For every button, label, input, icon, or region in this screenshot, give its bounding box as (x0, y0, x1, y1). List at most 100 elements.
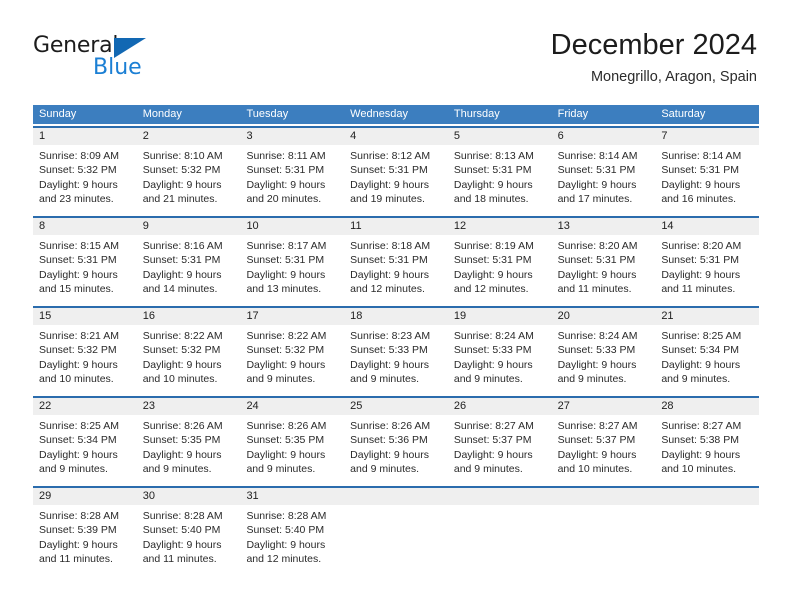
day-detail-line: Sunrise: 8:23 AM (350, 330, 431, 342)
day-detail-line: and 9 minutes. (246, 373, 316, 386)
calendar-day-cell[interactable]: 16 Sunrise: 8:22 AM Sunset: 5:32 PM Dayligh… (136, 308, 241, 389)
day-detail-line: Sunset: 5:37 PM (557, 434, 636, 447)
day-details: Sunrise: 8:20 AM Sunset: 5:31 PM Daylight:… (552, 235, 656, 297)
day-detail-line: Daylight: 9 hours (39, 448, 118, 461)
page-title: December 2024 (550, 29, 757, 61)
calendar-day-cell[interactable]: 11 Sunrise: 8:18 AM Sunset: 5:31 PM Dayligh… (344, 218, 448, 299)
day-number: 13 (551, 218, 656, 235)
calendar-day-cell[interactable]: 5 Sunrise: 8:13 AM Sunset: 5:31 PM Daylight… (447, 128, 552, 209)
day-detail-line: Daylight: 9 hours (246, 538, 326, 551)
day-detail-line: and 21 minutes. (142, 193, 218, 206)
day-detail-line: Sunrise: 8:27 AM (661, 420, 742, 432)
day-details: Sunrise: 8:28 AM Sunset: 5:40 PM Daylight:… (137, 505, 241, 567)
day-detail-line: Sunset: 5:34 PM (661, 344, 739, 357)
calendar-day-cell-empty (447, 488, 552, 569)
day-detail-line: Daylight: 9 hours (661, 178, 741, 191)
calendar-day-cell[interactable]: 17 Sunrise: 8:22 AM Sunset: 5:32 PM Dayligh… (240, 308, 345, 389)
day-detail-line: Sunset: 5:31 PM (246, 164, 325, 177)
calendar-day-cell[interactable]: 7 Sunrise: 8:14 AM Sunset: 5:31 PM Daylight… (655, 128, 760, 209)
day-number: 22 (33, 398, 137, 415)
day-details: Sunrise: 8:13 AM Sunset: 5:31 PM Daylight:… (448, 145, 552, 207)
calendar-day-cell[interactable]: 14 Sunrise: 8:20 AM Sunset: 5:31 PM Dayligh… (655, 218, 760, 299)
day-detail-line: and 9 minutes. (557, 373, 627, 386)
calendar-page: General Blue December 2024 Monegrillo, A… (0, 0, 792, 612)
day-details: Sunrise: 8:11 AM Sunset: 5:31 PM Daylight:… (240, 145, 344, 207)
logo-text-blue: Blue (93, 55, 142, 80)
calendar-day-cell[interactable]: 10 Sunrise: 8:17 AM Sunset: 5:31 PM Dayligh… (240, 218, 345, 299)
day-detail-line: Sunrise: 8:28 AM (39, 510, 119, 522)
day-number: 23 (136, 398, 241, 415)
calendar-day-cell[interactable]: 30 Sunrise: 8:28 AM Sunset: 5:40 PM Dayligh… (136, 488, 241, 569)
day-detail-line: Sunset: 5:35 PM (142, 434, 221, 447)
calendar-day-cell[interactable]: 20 Sunrise: 8:24 AM Sunset: 5:33 PM Dayligh… (551, 308, 656, 389)
calendar-day-cell[interactable]: 28 Sunrise: 8:27 AM Sunset: 5:38 PM Dayligh… (655, 398, 760, 479)
day-detail-line: Sunset: 5:32 PM (246, 344, 325, 357)
calendar-day-cell[interactable]: 6 Sunrise: 8:14 AM Sunset: 5:31 PM Daylight… (551, 128, 656, 209)
calendar-day-cell[interactable]: 13 Sunrise: 8:20 AM Sunset: 5:31 PM Dayligh… (551, 218, 656, 299)
calendar-day-cell[interactable]: 8 Sunrise: 8:15 AM Sunset: 5:31 PM Daylight… (33, 218, 137, 299)
day-detail-line: and 9 minutes. (453, 463, 523, 476)
day-detail-line: Sunrise: 8:11 AM (246, 150, 326, 162)
day-number: 31 (240, 488, 345, 505)
calendar-day-cell[interactable]: 4 Sunrise: 8:12 AM Sunset: 5:31 PM Daylight… (344, 128, 448, 209)
calendar-day-cell[interactable]: 2 Sunrise: 8:10 AM Sunset: 5:32 PM Daylight… (136, 128, 241, 209)
day-number: 4 (344, 128, 448, 145)
day-detail-line: Sunrise: 8:27 AM (557, 420, 638, 432)
day-details: Sunrise: 8:10 AM Sunset: 5:32 PM Daylight:… (137, 145, 241, 207)
day-detail-line: Sunrise: 8:24 AM (453, 330, 534, 342)
day-detail-line: Sunrise: 8:20 AM (661, 240, 742, 252)
day-detail-line: Sunrise: 8:26 AM (142, 420, 223, 432)
day-detail-line: Sunrise: 8:16 AM (142, 240, 223, 252)
day-detail-line: Daylight: 9 hours (350, 178, 429, 191)
calendar-day-cell[interactable]: 1 Sunrise: 8:09 AM Sunset: 5:32 PM Daylight… (33, 128, 137, 209)
day-number (447, 488, 552, 505)
day-detail-line: and 11 minutes. (557, 283, 632, 296)
page-header: General Blue December 2024 Monegrillo, A… (0, 0, 792, 100)
calendar-day-cell[interactable]: 31 Sunrise: 8:28 AM Sunset: 5:40 PM Dayligh… (240, 488, 345, 569)
calendar-day-cell[interactable]: 21 Sunrise: 8:25 AM Sunset: 5:34 PM Dayligh… (655, 308, 760, 389)
day-number: 30 (136, 488, 241, 505)
calendar-day-cell[interactable]: 12 Sunrise: 8:19 AM Sunset: 5:31 PM Dayligh… (447, 218, 552, 299)
day-details: Sunrise: 8:26 AM Sunset: 5:35 PM Daylight:… (137, 415, 241, 477)
calendar-day-cell[interactable]: 22 Sunrise: 8:25 AM Sunset: 5:34 PM Dayligh… (33, 398, 137, 479)
calendar-day-cell[interactable]: 25 Sunrise: 8:26 AM Sunset: 5:36 PM Dayligh… (344, 398, 448, 479)
day-detail-line: Sunset: 5:31 PM (350, 254, 428, 267)
day-number: 18 (344, 308, 448, 325)
day-detail-line: and 9 minutes. (350, 373, 420, 386)
day-detail-line: Daylight: 9 hours (350, 358, 429, 371)
day-details: Sunrise: 8:14 AM Sunset: 5:31 PM Daylight:… (655, 145, 759, 207)
calendar-grid: Sunday Monday Tuesday Wednesday Thursday Frid… (33, 105, 760, 569)
calendar-day-cell[interactable]: 18 Sunrise: 8:23 AM Sunset: 5:33 PM Dayligh… (344, 308, 448, 389)
day-detail-line: Daylight: 9 hours (557, 358, 637, 371)
calendar-day-cell[interactable]: 15 Sunrise: 8:21 AM Sunset: 5:32 PM Dayligh… (33, 308, 137, 389)
day-detail-line: and 19 minutes. (350, 193, 425, 206)
day-detail-line: Daylight: 9 hours (246, 358, 326, 371)
day-detail-line: and 10 minutes. (557, 463, 633, 476)
page-subtitle: Monegrillo, Aragon, Spain (590, 69, 757, 85)
calendar-day-cell[interactable]: 26 Sunrise: 8:27 AM Sunset: 5:37 PM Dayligh… (447, 398, 552, 479)
weekday-header-wednesday: Wednesday (350, 108, 409, 120)
day-detail-line: Sunset: 5:31 PM (557, 254, 636, 267)
day-detail-line: Daylight: 9 hours (142, 448, 222, 461)
calendar-day-cell[interactable]: 24 Sunrise: 8:26 AM Sunset: 5:35 PM Dayligh… (240, 398, 345, 479)
day-detail-line: Sunrise: 8:21 AM (39, 330, 119, 342)
calendar-day-cell[interactable]: 23 Sunrise: 8:26 AM Sunset: 5:35 PM Dayligh… (136, 398, 241, 479)
calendar-week-row: 15 Sunrise: 8:21 AM Sunset: 5:32 PM Dayligh… (33, 306, 760, 389)
day-detail-line: Sunrise: 8:22 AM (142, 330, 223, 342)
calendar-day-cell[interactable]: 9 Sunrise: 8:16 AM Sunset: 5:31 PM Daylight… (136, 218, 241, 299)
day-detail-line: and 12 minutes. (246, 553, 322, 566)
day-details: Sunrise: 8:17 AM Sunset: 5:31 PM Daylight:… (240, 235, 344, 297)
calendar-day-cell[interactable]: 29 Sunrise: 8:28 AM Sunset: 5:39 PM Dayligh… (33, 488, 137, 569)
day-details: Sunrise: 8:23 AM Sunset: 5:33 PM Daylight:… (344, 325, 448, 387)
day-number (655, 488, 760, 505)
day-number: 27 (551, 398, 656, 415)
calendar-day-cell[interactable]: 19 Sunrise: 8:24 AM Sunset: 5:33 PM Dayligh… (447, 308, 552, 389)
day-number: 14 (655, 218, 760, 235)
calendar-day-cell[interactable]: 3 Sunrise: 8:11 AM Sunset: 5:31 PM Daylight… (240, 128, 345, 209)
calendar-day-cell[interactable]: 27 Sunrise: 8:27 AM Sunset: 5:37 PM Dayligh… (551, 398, 656, 479)
day-detail-line: and 12 minutes. (350, 283, 425, 296)
general-blue-logo[interactable]: General Blue (33, 33, 233, 85)
day-detail-line: Sunset: 5:40 PM (142, 524, 221, 537)
day-detail-line: Daylight: 9 hours (557, 448, 637, 461)
day-detail-line: Daylight: 9 hours (350, 448, 429, 461)
